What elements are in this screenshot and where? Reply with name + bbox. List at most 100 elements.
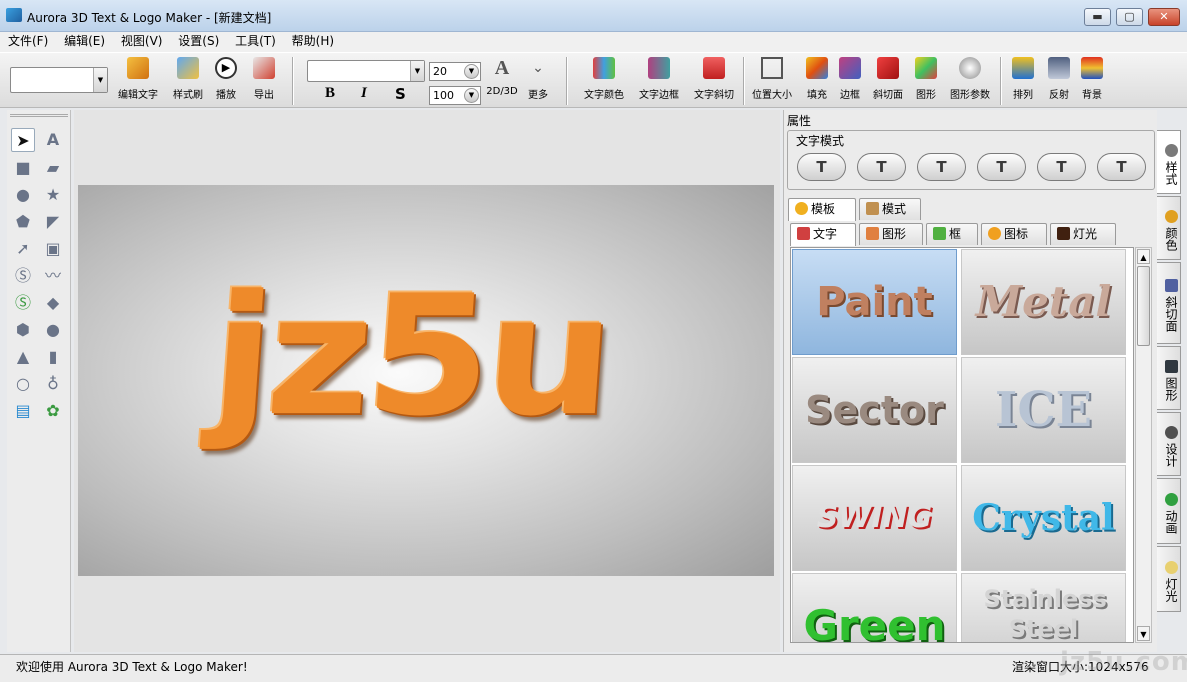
side-tab-light[interactable]: 灯光 — [1157, 546, 1181, 612]
cylinder-icon[interactable]: ⬢ — [11, 318, 35, 342]
menu-tools[interactable]: 工具(T) — [231, 32, 280, 51]
canvas-area: jz5u — [74, 110, 780, 652]
vase-icon[interactable]: ♁ — [41, 372, 65, 396]
text-mode-button-3[interactable]: T — [917, 153, 966, 181]
tab-frame[interactable]: 框 — [926, 223, 978, 245]
quarter-shape-icon[interactable]: ◤ — [41, 210, 65, 234]
text-box-icon[interactable]: ▣ — [41, 237, 65, 261]
symbol-s-icon[interactable]: Ⓢ — [11, 264, 35, 288]
depth-spinner[interactable]: 100 ▼ — [429, 86, 481, 105]
italic-button[interactable]: I — [361, 85, 367, 102]
spin-arrows-icon[interactable]: ▼ — [464, 64, 479, 79]
text-mode-label: 文字模式 — [796, 134, 845, 148]
font-size-spinner[interactable]: 20 ▼ — [429, 62, 481, 81]
export-button[interactable]: 导出 — [245, 57, 283, 101]
rounded-rect-icon[interactable]: ▰ — [41, 156, 65, 180]
position-size-button[interactable]: 位置大小 — [748, 57, 796, 101]
play-button[interactable]: ▶ 播放 — [212, 57, 240, 101]
menu-settings[interactable]: 设置(S) — [174, 32, 223, 51]
template-stainless-steel[interactable]: Stainless Steel — [961, 573, 1126, 642]
tab-shape[interactable]: 图形 — [859, 223, 923, 245]
template-crystal[interactable]: Crystal — [961, 465, 1126, 571]
template-swing[interactable]: SWING — [792, 465, 957, 571]
edit-text-button[interactable]: 编辑文字 — [114, 57, 162, 101]
menu-view[interactable]: 视图(V) — [117, 32, 167, 51]
style-brush-button[interactable]: 样式刷 — [166, 57, 210, 101]
menu-file[interactable]: 文件(F) — [4, 32, 52, 51]
ring-icon[interactable]: ○ — [11, 372, 35, 396]
arrange-button[interactable]: 排列 — [1004, 57, 1042, 101]
fill-button[interactable]: 填充 — [803, 57, 831, 101]
side-tab-style[interactable]: 样式 — [1157, 130, 1181, 194]
bold-button[interactable]: B — [325, 85, 335, 102]
cube-icon — [877, 57, 899, 79]
tab-modes[interactable]: 模式 — [859, 198, 921, 220]
text-mode-group: 文字模式 T T T T T T — [787, 130, 1155, 190]
bevel-face-button[interactable]: 斜切面 — [869, 57, 907, 101]
render-canvas[interactable]: jz5u — [78, 185, 774, 576]
template-paint[interactable]: Paint — [792, 249, 957, 355]
text-mode-button-2[interactable]: T — [857, 153, 906, 181]
frame-button[interactable]: 边框 — [836, 57, 864, 101]
pillar-icon[interactable]: ▮ — [41, 345, 65, 369]
close-button[interactable]: ✕ — [1148, 8, 1180, 26]
pentagon-icon[interactable]: ⬟ — [11, 210, 35, 234]
design-icon — [1164, 425, 1178, 439]
curve-icon[interactable]: 〰 — [41, 264, 65, 288]
tab-templates[interactable]: 模板 — [788, 198, 856, 221]
side-tab-shape[interactable]: 图形 — [1157, 346, 1181, 410]
sphere-icon[interactable]: ● — [41, 318, 65, 342]
shape-params-button[interactable]: 图形参数 — [945, 57, 995, 101]
double-chevron-icon: ⌄ — [532, 60, 544, 76]
spin-arrows-icon[interactable]: ▼ — [464, 88, 479, 103]
template-ice[interactable]: ICE — [961, 357, 1126, 463]
tab-light[interactable]: 灯光 — [1050, 223, 1116, 245]
text-tool-icon[interactable]: A — [41, 128, 65, 152]
tab-text[interactable]: 文字 — [790, 223, 856, 246]
more-button[interactable]: ⌄ 更多 — [524, 57, 552, 101]
properties-panel: 属性 文字模式 T T T T T T 模板 模式 文字 图形 框 图标 灯光 … — [783, 110, 1157, 652]
text-mode-button-4[interactable]: T — [977, 153, 1026, 181]
scroll-down-icon[interactable]: ▼ — [1137, 626, 1150, 641]
text-border-button[interactable]: 文字边框 — [635, 57, 683, 101]
select-arrow-icon[interactable]: ➤ — [11, 128, 35, 152]
logo-text[interactable]: jz5u — [205, 260, 614, 452]
reflect-button[interactable]: 反射 — [1045, 57, 1073, 101]
font-combo[interactable]: ▼ — [307, 60, 425, 82]
template-scrollbar[interactable]: ▲ ▼ — [1135, 247, 1152, 643]
text-color-button[interactable]: 文字颜色 — [580, 57, 628, 101]
shape-button[interactable]: 图形 — [912, 57, 940, 101]
cube-icon[interactable]: ◆ — [41, 291, 65, 315]
text-bevel-button[interactable]: 文字斜切 — [690, 57, 738, 101]
strike-button[interactable]: S — [395, 85, 406, 103]
menu-edit[interactable]: 编辑(E) — [60, 32, 109, 51]
side-tab-color[interactable]: 颜色 — [1157, 196, 1181, 260]
star-icon[interactable]: ★ — [41, 183, 65, 207]
axes-icon — [761, 57, 783, 79]
text-mode-button-5[interactable]: T — [1037, 153, 1086, 181]
add-model-icon[interactable]: ✿ — [41, 399, 65, 423]
side-tab-animation[interactable]: 动画 — [1157, 478, 1181, 544]
cone-icon[interactable]: ▲ — [11, 345, 35, 369]
text-mode-button-1[interactable]: T — [797, 153, 846, 181]
template-sector[interactable]: Sector — [792, 357, 957, 463]
style-combo[interactable]: ▼ — [10, 67, 108, 93]
add-image-icon[interactable]: ▤ — [11, 399, 35, 423]
side-tab-design[interactable]: 设计 — [1157, 412, 1181, 476]
minimize-button[interactable]: ▬ — [1084, 8, 1111, 26]
template-metal[interactable]: Metal — [961, 249, 1126, 355]
add-symbol-icon[interactable]: Ⓢ — [11, 291, 35, 315]
template-green[interactable]: Green — [792, 573, 957, 642]
mode-2d3d-button[interactable]: A 2D/3D — [486, 57, 518, 97]
circle-icon[interactable]: ● — [11, 183, 35, 207]
scroll-up-icon[interactable]: ▲ — [1137, 249, 1150, 264]
text-mode-button-6[interactable]: T — [1097, 153, 1146, 181]
maximize-button[interactable]: ▢ — [1116, 8, 1143, 26]
tab-icon[interactable]: 图标 — [981, 223, 1047, 245]
side-tab-bevel[interactable]: 斜切面 — [1157, 262, 1181, 344]
arrow-icon[interactable]: ➚ — [11, 237, 35, 261]
menu-help[interactable]: 帮助(H) — [288, 32, 338, 51]
rectangle-icon[interactable]: ■ — [11, 156, 35, 180]
background-button[interactable]: 背景 — [1078, 57, 1106, 101]
scroll-thumb[interactable] — [1137, 266, 1150, 346]
